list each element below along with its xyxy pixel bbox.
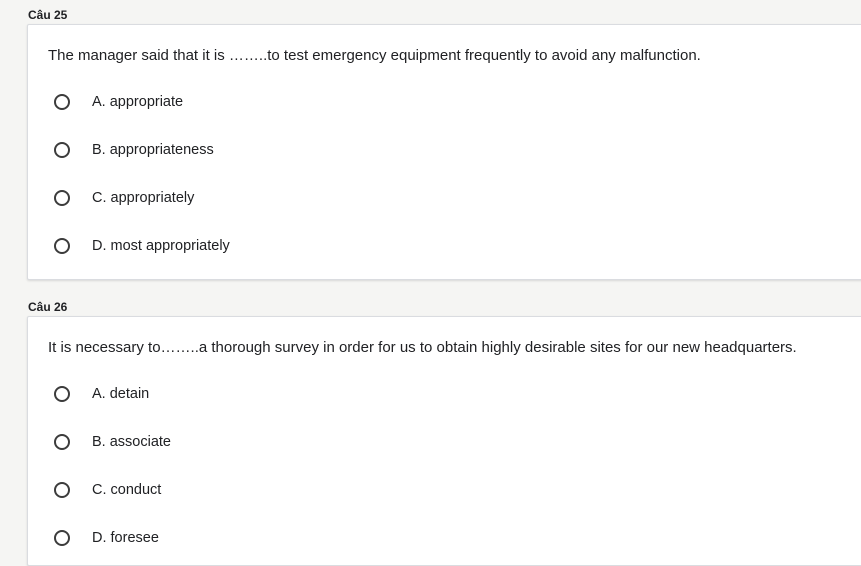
option-b[interactable]: B. associate [54,426,171,458]
question-number: Câu 25 [28,8,68,22]
option-a[interactable]: A. appropriate [54,86,183,118]
radio-unchecked-icon[interactable] [54,482,70,498]
option-d[interactable]: D. most appropriately [54,230,230,262]
option-label: A. detain [92,386,150,402]
question-text: It is necessary to……..a thorough survey … [48,339,797,356]
radio-unchecked-icon[interactable] [54,238,70,254]
option-label: D. foresee [92,530,159,546]
radio-unchecked-icon[interactable] [54,434,70,450]
option-label: C. conduct [92,482,162,498]
option-label: B. associate [92,434,171,450]
option-c[interactable]: C. appropriately [54,182,194,214]
radio-unchecked-icon[interactable] [54,386,70,402]
option-label: B. appropriateness [92,142,214,158]
radio-unchecked-icon[interactable] [54,530,70,546]
option-d[interactable]: D. foresee [54,522,159,554]
radio-unchecked-icon[interactable] [54,190,70,206]
option-a[interactable]: A. detain [54,378,149,410]
option-b[interactable]: B. appropriateness [54,134,214,166]
option-label: A. appropriate [92,94,184,110]
option-label: C. appropriately [92,190,195,206]
question-text: The manager said that it is ……..to test … [48,47,701,64]
question-card: The manager said that it is ……..to test … [27,24,861,280]
question-card: It is necessary to……..a thorough survey … [27,316,861,566]
radio-unchecked-icon[interactable] [54,142,70,158]
option-c[interactable]: C. conduct [54,474,161,506]
question-number: Câu 26 [28,300,68,314]
option-label: D. most appropriately [92,238,230,254]
radio-unchecked-icon[interactable] [54,94,70,110]
